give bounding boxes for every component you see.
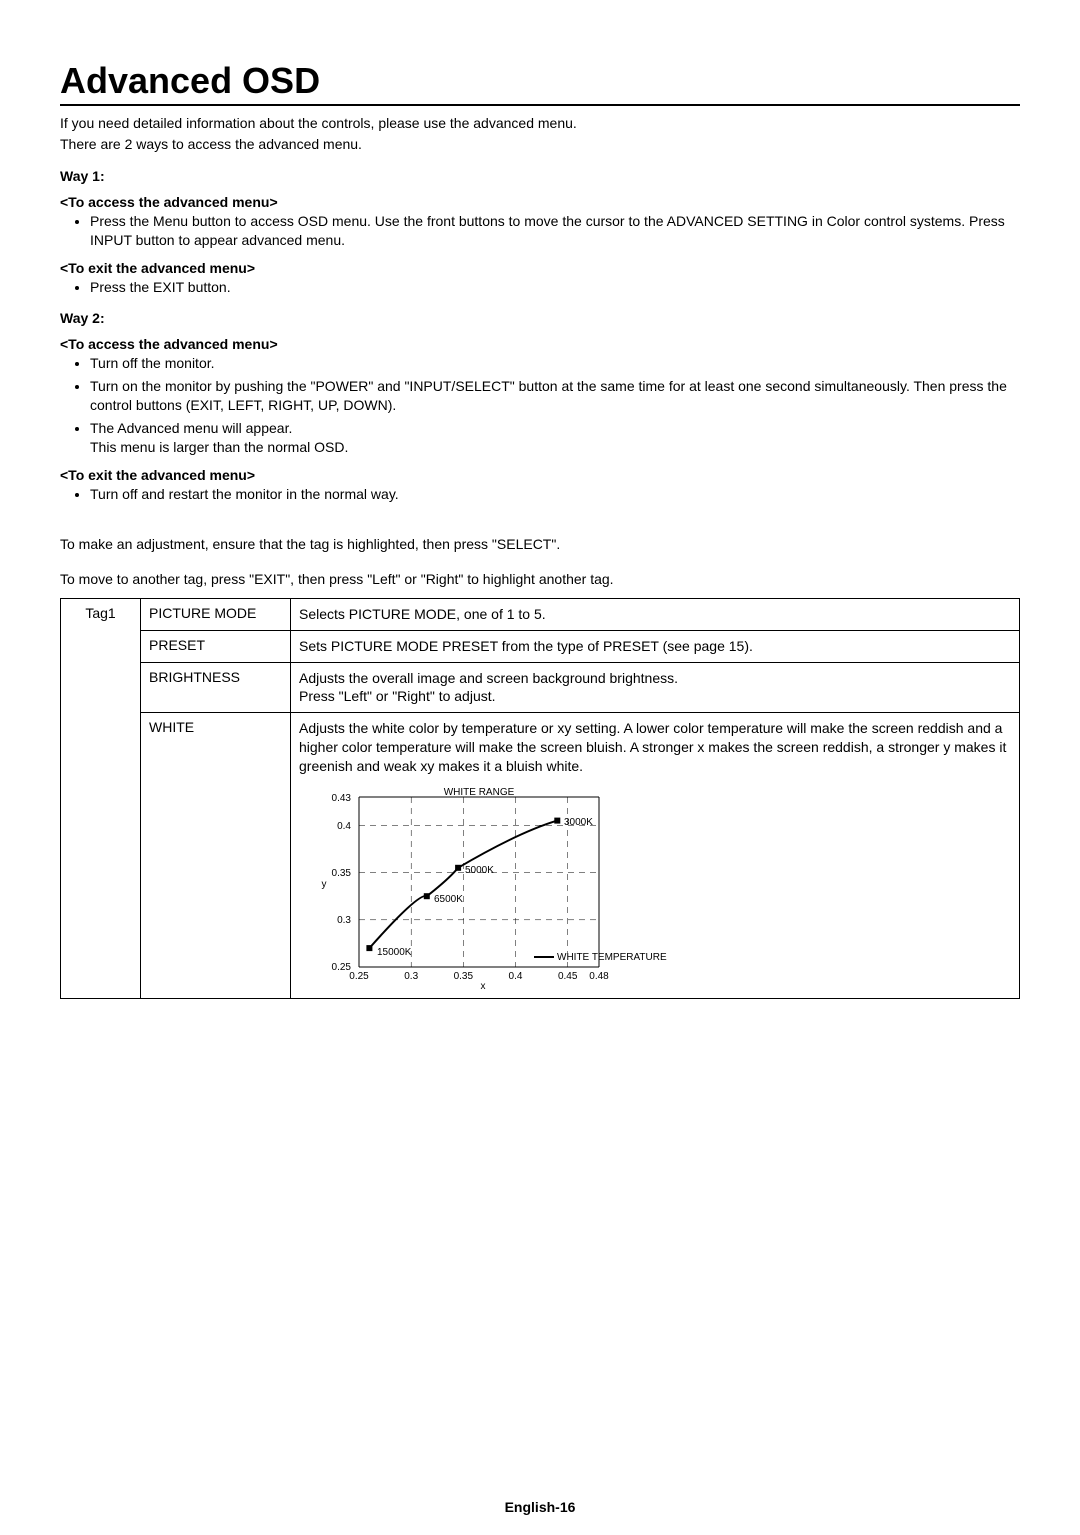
way1-exit-head: <To exit the advanced menu> (60, 260, 1020, 276)
way2-access-list: Turn off the monitor. Turn on the monito… (60, 354, 1020, 456)
page-title: Advanced OSD (60, 60, 1020, 106)
ytick: 0.3 (337, 915, 351, 926)
marker-6500k (424, 893, 430, 899)
table-row: WHITE Adjusts the white color by tempera… (61, 713, 1020, 999)
adjust-line: To make an adjustment, ensure that the t… (60, 534, 1020, 555)
ylabel: y (322, 879, 327, 890)
row-name: WHITE (141, 713, 291, 999)
row-desc: Sets PICTURE MODE PRESET from the type o… (291, 630, 1020, 662)
marker-3000k (554, 818, 560, 824)
list-item: Press the EXIT button. (90, 278, 1020, 297)
list-item: Turn off the monitor. (90, 354, 1020, 373)
marker-15000k (366, 945, 372, 951)
xtick: 0.25 (349, 971, 369, 982)
intro-line-2: There are 2 ways to access the advanced … (60, 135, 1020, 154)
label-15000k: 15000K (377, 947, 412, 958)
row-desc: Adjusts the white color by temperature o… (291, 713, 1020, 999)
row-desc: Adjusts the overall image and screen bac… (291, 662, 1020, 713)
xtick: 0.35 (454, 971, 474, 982)
row-name: PICTURE MODE (141, 598, 291, 630)
chart-line (369, 821, 557, 949)
chart-title: WHITE RANGE (444, 787, 515, 798)
label-6500k: 6500K (434, 894, 463, 905)
page-footer: English-16 (60, 1499, 1020, 1515)
row-name: BRIGHTNESS (141, 662, 291, 713)
osd-table: Tag1 PICTURE MODE Selects PICTURE MODE, … (60, 598, 1020, 999)
label-3000k: 3000K (564, 817, 593, 828)
tag-cell: Tag1 (61, 598, 141, 998)
table-row: PRESET Sets PICTURE MODE PRESET from the… (61, 630, 1020, 662)
xtick: 0.3 (404, 971, 418, 982)
list-item: The Advanced menu will appear. This menu… (90, 419, 1020, 457)
marker-5000k (455, 865, 461, 871)
way1-label: Way 1: (60, 168, 1020, 184)
row-name: PRESET (141, 630, 291, 662)
ytick: 0.4 (337, 821, 351, 832)
xlabel: x (481, 981, 486, 992)
row-desc: Selects PICTURE MODE, one of 1 to 5. (291, 598, 1020, 630)
ytick: 0.43 (332, 793, 352, 804)
white-range-chart: WHITE RANGE (299, 782, 1011, 992)
chart-svg: WHITE RANGE (309, 782, 669, 992)
way2-label: Way 2: (60, 310, 1020, 326)
list-item: Turn off and restart the monitor in the … (90, 485, 1020, 504)
intro-block: If you need detailed information about t… (60, 114, 1020, 154)
list-item: Press the Menu button to access OSD menu… (90, 212, 1020, 250)
legend-label: WHITE TEMPERATURE (557, 952, 667, 963)
label-5000k: 5000K (465, 865, 494, 876)
move-line: To move to another tag, press "EXIT", th… (60, 569, 1020, 590)
intro-line-1: If you need detailed information about t… (60, 114, 1020, 133)
way1-access-head: <To access the advanced menu> (60, 194, 1020, 210)
white-desc-text: Adjusts the white color by temperature o… (299, 720, 1006, 774)
xtick: 0.48 (589, 971, 609, 982)
xtick: 0.45 (558, 971, 578, 982)
table-row: BRIGHTNESS Adjusts the overall image and… (61, 662, 1020, 713)
table-row: Tag1 PICTURE MODE Selects PICTURE MODE, … (61, 598, 1020, 630)
way1-access-list: Press the Menu button to access OSD menu… (60, 212, 1020, 250)
way1-exit-list: Press the EXIT button. (60, 278, 1020, 297)
way2-access-head: <To access the advanced menu> (60, 336, 1020, 352)
way2-exit-list: Turn off and restart the monitor in the … (60, 485, 1020, 504)
ytick: 0.35 (332, 868, 352, 879)
way2-exit-head: <To exit the advanced menu> (60, 467, 1020, 483)
list-item: Turn on the monitor by pushing the "POWE… (90, 377, 1020, 415)
xtick: 0.4 (509, 971, 523, 982)
